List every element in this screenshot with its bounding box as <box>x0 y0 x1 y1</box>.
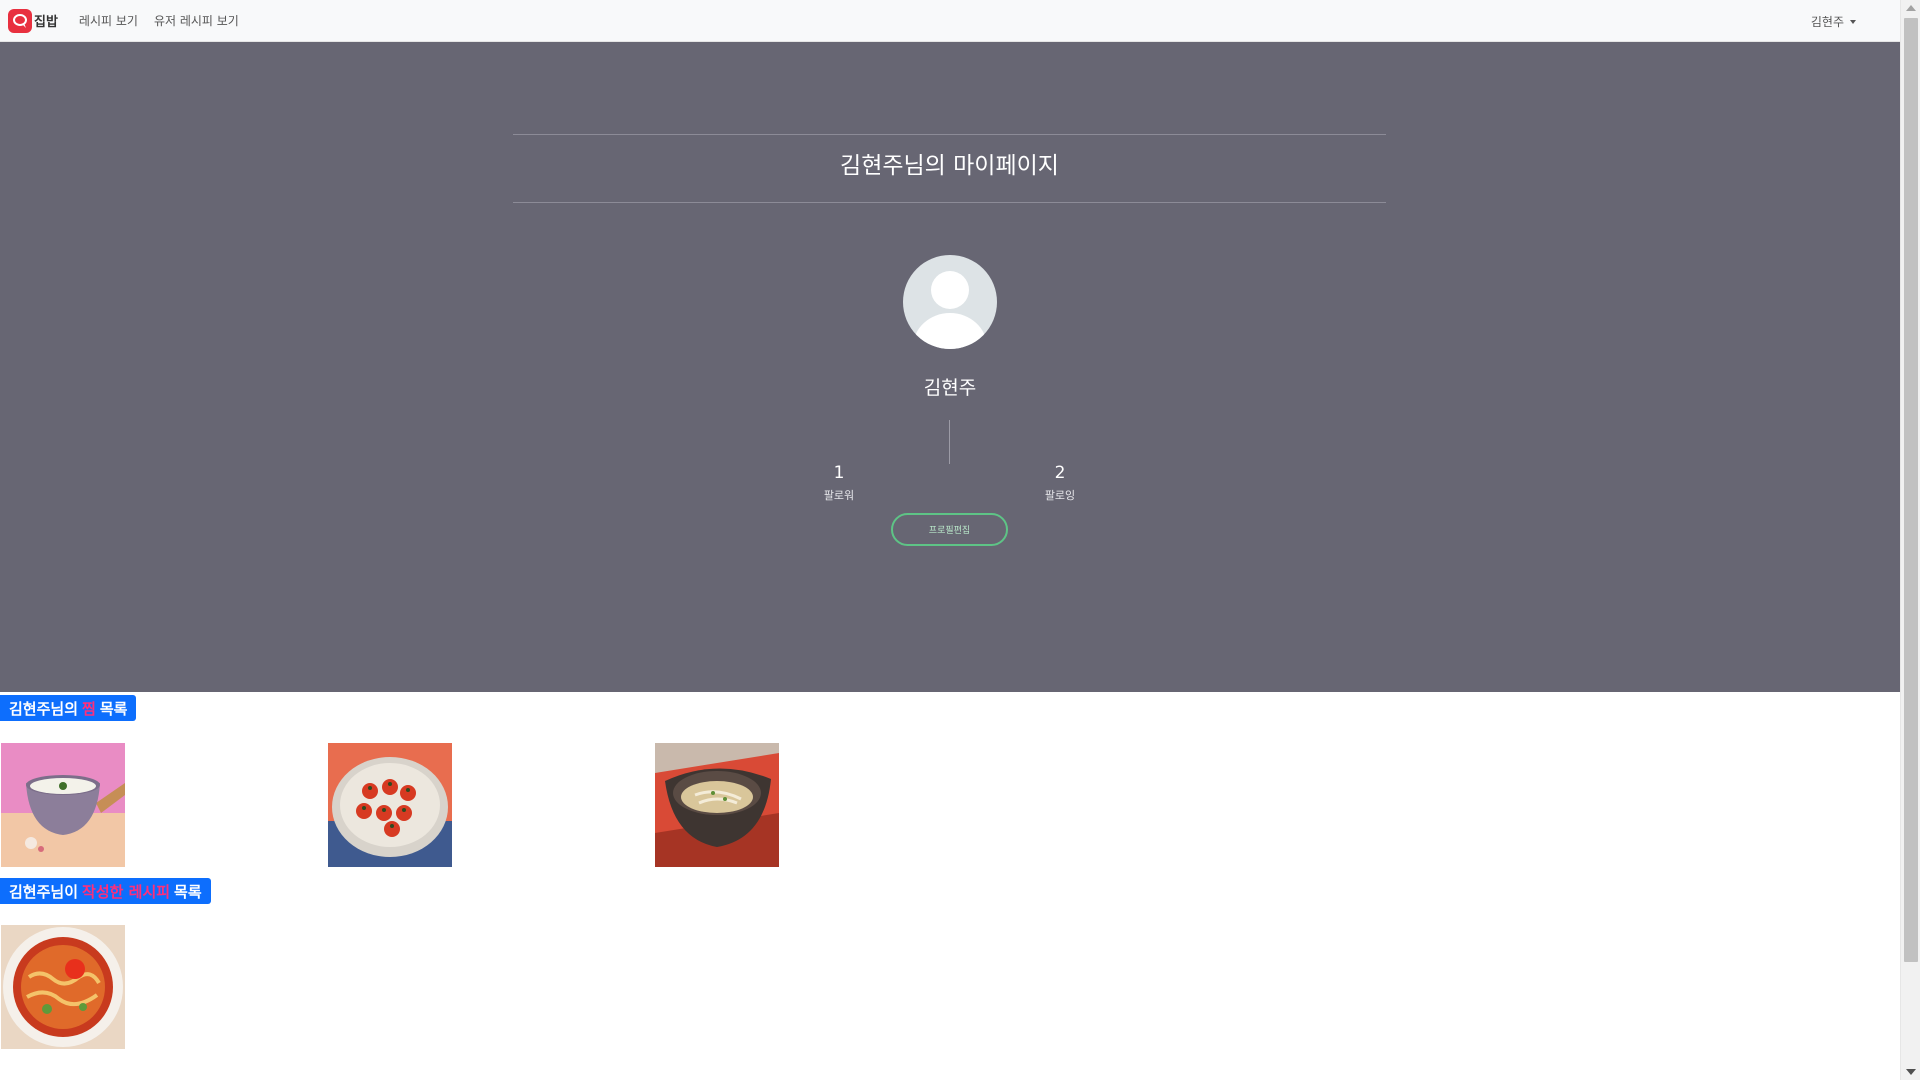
profile-name: 김현주 <box>923 377 977 399</box>
title-divider-top <box>513 134 1386 135</box>
likes-section-label: 김현주님의 찜 목록 <box>0 695 137 721</box>
following-count: 2 <box>1054 463 1066 483</box>
likes-label-highlight: 찜 <box>82 699 96 718</box>
scrollbar-thumb[interactable] <box>1904 18 1918 962</box>
vertical-scrollbar[interactable] <box>1900 0 1920 1080</box>
recipes-label-prefix: 김현주님이 <box>9 882 79 901</box>
title-divider-bottom <box>513 202 1386 203</box>
followers-label: 팔로워 <box>823 489 855 502</box>
following-stat[interactable]: 2 팔로잉 <box>980 463 1140 503</box>
my-recipe-thumbnail[interactable] <box>1 925 125 1049</box>
scroll-down-arrow-icon[interactable] <box>1906 1069 1916 1075</box>
followers-stat[interactable]: 1 팔로워 <box>759 463 919 503</box>
likes-label-suffix: 목록 <box>99 699 128 718</box>
default-user-icon <box>913 271 987 349</box>
stat-divider <box>949 420 950 464</box>
user-dropdown-label: 김현주 <box>1810 15 1844 29</box>
chat-bubble-icon <box>8 8 32 33</box>
profile-banner: 김현주님의 마이페이지 <box>0 42 1900 692</box>
brand-name: 집밥 <box>34 15 58 30</box>
recipes-label-highlight: 작성한 레시피 <box>82 882 171 901</box>
page-title: 김현주님의 마이페이지 <box>840 153 1059 179</box>
liked-recipe-thumbnail[interactable] <box>1 743 125 867</box>
likes-label-prefix: 김현주님의 <box>9 699 79 718</box>
following-label: 팔로잉 <box>1044 489 1076 502</box>
liked-recipe-thumbnail[interactable] <box>655 743 779 867</box>
top-navbar: 집밥 레시피 보기 유저 레시피 보기 김현주 <box>0 0 1900 42</box>
followers-count: 1 <box>833 463 845 483</box>
brand-logo[interactable]: 집밥 <box>8 8 58 33</box>
recipes-section-label: 김현주님이 작성한 레시피 목록 <box>0 878 211 904</box>
recipes-label-suffix: 목록 <box>174 882 202 901</box>
liked-recipe-thumbnail[interactable] <box>328 743 452 867</box>
avatar <box>903 255 997 349</box>
user-dropdown[interactable]: 김현주 <box>1811 13 1856 30</box>
scroll-up-arrow-icon[interactable] <box>1906 5 1916 11</box>
caret-down-icon <box>1850 19 1856 24</box>
nav-user-recipes-link[interactable]: 유저 레시피 보기 <box>154 12 239 29</box>
nav-recipes-link[interactable]: 레시피 보기 <box>79 12 138 29</box>
edit-profile-button[interactable]: 프로필편집 <box>891 513 1008 546</box>
